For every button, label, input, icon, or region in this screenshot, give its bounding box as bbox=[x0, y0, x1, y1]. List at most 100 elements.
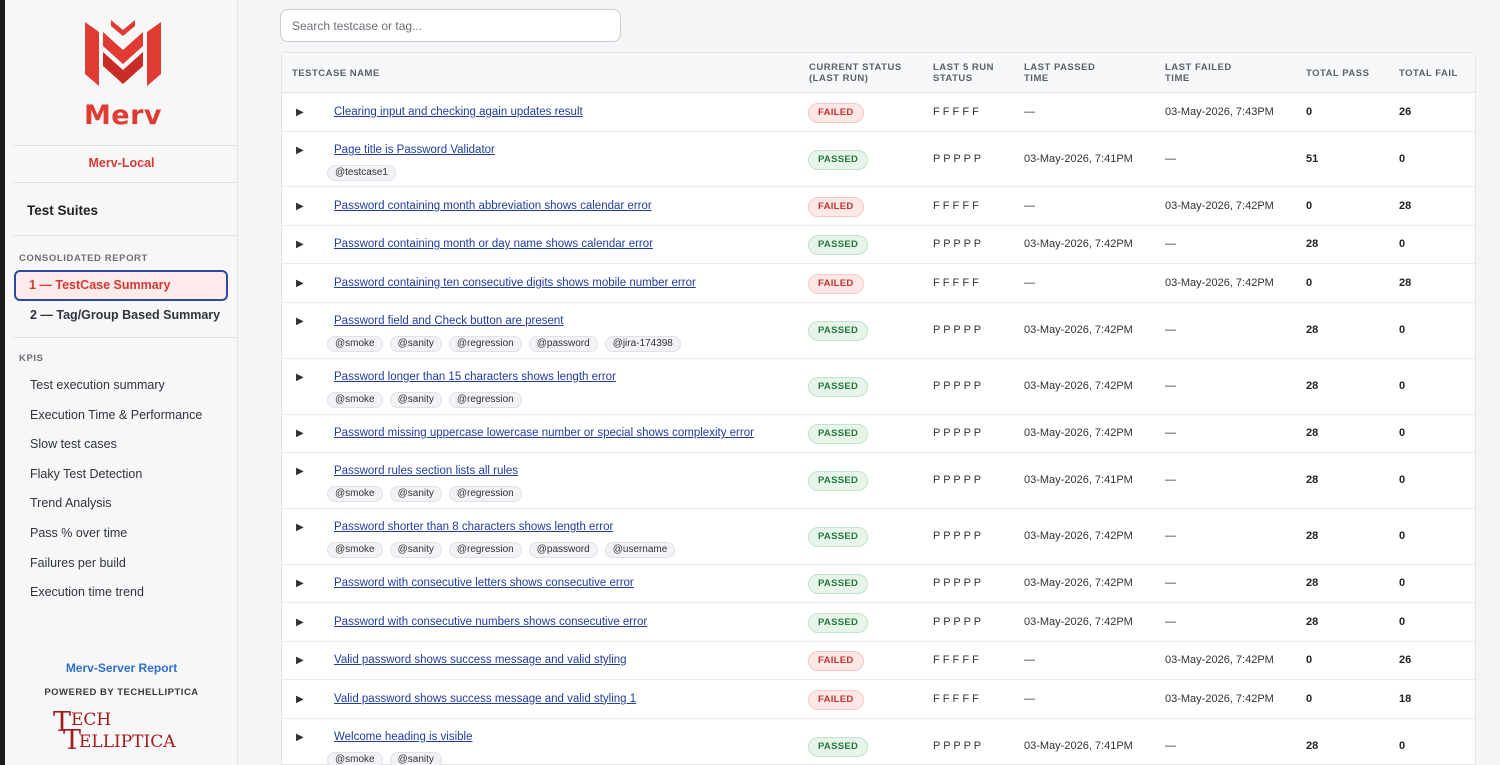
tag-chip[interactable]: @smoke bbox=[327, 542, 383, 558]
testcase-name-link[interactable]: Password with consecutive letters shows … bbox=[334, 577, 634, 589]
status-badge: PASSED bbox=[808, 527, 869, 547]
table-row[interactable]: ▶ Password with consecutive letters shows… bbox=[282, 565, 1475, 603]
tag-chip[interactable]: @jira-174398 bbox=[604, 336, 681, 352]
table-row[interactable]: ▶ Password shorter than 8 characters show… bbox=[282, 509, 1475, 565]
testcase-name-link[interactable]: Password containing ten consecutive digi… bbox=[334, 277, 696, 289]
expand-caret-icon[interactable]: ▶ bbox=[296, 428, 304, 439]
expand-caret-icon[interactable]: ▶ bbox=[296, 372, 304, 383]
divider bbox=[13, 145, 236, 146]
tag-chip[interactable]: @sanity bbox=[389, 336, 442, 352]
expand-caret-icon[interactable]: ▶ bbox=[296, 316, 304, 327]
testcase-name-link[interactable]: Password with consecutive numbers shows … bbox=[334, 616, 647, 628]
merv-server-report-link[interactable]: Merv-Server Report bbox=[5, 661, 238, 675]
expand-caret-icon[interactable]: ▶ bbox=[296, 201, 304, 212]
nav-testcase-summary[interactable]: 1 — TestCase Summary bbox=[14, 270, 228, 301]
table-row[interactable]: ▶ Password with consecutive numbers shows… bbox=[282, 603, 1475, 642]
header-last-5-run[interactable]: LAST 5 RUN STATUS bbox=[933, 62, 994, 84]
powered-by-label: POWERED BY TECHELLIPTICA bbox=[44, 687, 199, 698]
last-5-run-status: F F F F F bbox=[933, 199, 979, 212]
header-total-pass[interactable]: TOTAL PASS bbox=[1306, 68, 1369, 79]
section-kpis: KPIS bbox=[19, 353, 44, 364]
expand-caret-icon[interactable]: ▶ bbox=[296, 145, 304, 156]
header-last-passed[interactable]: LAST PASSED TIME bbox=[1024, 62, 1095, 84]
nav-failures-per-build[interactable]: Failures per build bbox=[30, 556, 126, 570]
tag-chip[interactable]: @regression bbox=[448, 336, 522, 352]
table-row[interactable]: ▶ Password containing month or day name s… bbox=[282, 226, 1475, 264]
testcase-name-link[interactable]: Password rules section lists all rules bbox=[334, 465, 518, 477]
total-pass-count: 0 bbox=[1306, 692, 1313, 705]
table-row[interactable]: ▶ Password containing ten consecutive dig… bbox=[282, 264, 1475, 303]
testcase-name-link[interactable]: Page title is Password Validator bbox=[334, 144, 495, 156]
testcase-name-link[interactable]: Valid password shows success message and… bbox=[334, 693, 636, 705]
expand-caret-icon[interactable]: ▶ bbox=[296, 694, 304, 705]
testcase-name-link[interactable]: Password containing month or day name sh… bbox=[334, 238, 653, 250]
table-row[interactable]: ▶ Welcome heading is visible @smoke @sanity… bbox=[282, 719, 1475, 765]
tag-chip[interactable]: @sanity bbox=[389, 392, 442, 408]
testcase-name-link[interactable]: Password longer than 15 characters shows… bbox=[334, 371, 616, 383]
table-row[interactable]: ▶ Password missing uppercase lowercase nu… bbox=[282, 415, 1475, 453]
expand-caret-icon[interactable]: ▶ bbox=[296, 655, 304, 666]
table-row[interactable]: ▶ Password longer than 15 characters show… bbox=[282, 359, 1475, 415]
nav-flaky-test-detection[interactable]: Flaky Test Detection bbox=[30, 467, 142, 481]
tag-chip[interactable]: @smoke bbox=[327, 486, 383, 502]
tag-chip[interactable]: @password bbox=[528, 542, 598, 558]
nav-pass-percent-over-time[interactable]: Pass % over time bbox=[30, 526, 127, 540]
testcase-name-link[interactable]: Clearing input and checking again update… bbox=[334, 106, 583, 118]
search-input[interactable] bbox=[280, 9, 621, 42]
environment-label[interactable]: Merv-Local bbox=[5, 156, 238, 170]
total-pass-count: 28 bbox=[1306, 427, 1319, 439]
table-row[interactable]: ▶ Page title is Password Validator @testca… bbox=[282, 132, 1475, 187]
nav-trend-analysis[interactable]: Trend Analysis bbox=[30, 496, 112, 510]
expand-caret-icon[interactable]: ▶ bbox=[296, 239, 304, 250]
table-row[interactable]: ▶ Clearing input and checking again updat… bbox=[282, 93, 1475, 132]
testcase-name-link[interactable]: Password field and Check button are pres… bbox=[334, 315, 564, 327]
header-total-fail[interactable]: TOTAL FAIL bbox=[1399, 68, 1458, 79]
tag-chip[interactable]: @smoke bbox=[327, 752, 383, 765]
table-row[interactable]: ▶ Valid password shows success message an… bbox=[282, 680, 1475, 719]
testcase-name-link[interactable]: Valid password shows success message and… bbox=[334, 654, 627, 666]
testcase-name-link[interactable]: Password containing month abbreviation s… bbox=[334, 200, 652, 212]
tag-chip[interactable]: @sanity bbox=[389, 752, 442, 765]
tag-chip[interactable]: @password bbox=[528, 336, 598, 352]
nav-tag-group-summary[interactable]: 2 — Tag/Group Based Summary bbox=[30, 308, 220, 322]
testcase-name-link[interactable]: Password missing uppercase lowercase num… bbox=[334, 427, 754, 439]
status-badge: PASSED bbox=[808, 574, 869, 594]
tag-chip[interactable]: @regression bbox=[448, 486, 522, 502]
tag-chip[interactable]: @testcase1 bbox=[327, 165, 396, 181]
expand-caret-icon[interactable]: ▶ bbox=[296, 522, 304, 533]
tag-chip[interactable]: @regression bbox=[448, 392, 522, 408]
table-row[interactable]: ▶ Valid password shows success message an… bbox=[282, 642, 1475, 680]
total-pass-count: 28 bbox=[1306, 474, 1319, 486]
nav-test-execution-summary[interactable]: Test execution summary bbox=[30, 378, 165, 392]
expand-caret-icon[interactable]: ▶ bbox=[296, 278, 304, 289]
table-row[interactable]: ▶ Password rules section lists all rules @… bbox=[282, 453, 1475, 509]
expand-caret-icon[interactable]: ▶ bbox=[296, 107, 304, 118]
last-passed-time: — bbox=[1024, 105, 1035, 118]
nav-execution-time-trend[interactable]: Execution time trend bbox=[30, 585, 144, 599]
tag-chip[interactable]: @smoke bbox=[327, 336, 383, 352]
expand-caret-icon[interactable]: ▶ bbox=[296, 617, 304, 628]
total-fail-count: 18 bbox=[1399, 692, 1412, 705]
tag-chip[interactable]: @sanity bbox=[389, 542, 442, 558]
last-failed-time: — bbox=[1165, 740, 1176, 752]
header-last-failed[interactable]: LAST FAILED TIME bbox=[1165, 62, 1232, 84]
total-fail-count: 26 bbox=[1399, 105, 1412, 118]
expand-caret-icon[interactable]: ▶ bbox=[296, 732, 304, 743]
testcase-name-link[interactable]: Welcome heading is visible bbox=[334, 731, 473, 743]
nav-test-suites[interactable]: Test Suites bbox=[27, 203, 98, 218]
table-row[interactable]: ▶ Password field and Check button are pre… bbox=[282, 303, 1475, 359]
tag-chip[interactable]: @sanity bbox=[389, 486, 442, 502]
tag-chip[interactable]: @regression bbox=[448, 542, 522, 558]
testcase-name-link[interactable]: Password shorter than 8 characters shows… bbox=[334, 521, 613, 533]
tag-chip[interactable]: @smoke bbox=[327, 392, 383, 408]
total-fail-count: 26 bbox=[1399, 654, 1412, 666]
last-failed-time: — bbox=[1165, 577, 1176, 589]
header-testcase-name[interactable]: TESTCASE NAME bbox=[292, 68, 380, 79]
expand-caret-icon[interactable]: ▶ bbox=[296, 466, 304, 477]
table-row[interactable]: ▶ Password containing month abbreviation … bbox=[282, 187, 1475, 226]
nav-slow-test-cases[interactable]: Slow test cases bbox=[30, 437, 117, 451]
header-current-status[interactable]: CURRENT STATUS (LAST RUN) bbox=[809, 62, 902, 84]
nav-execution-time-performance[interactable]: Execution Time & Performance bbox=[30, 408, 202, 422]
expand-caret-icon[interactable]: ▶ bbox=[296, 578, 304, 589]
tag-chip[interactable]: @username bbox=[604, 542, 676, 558]
